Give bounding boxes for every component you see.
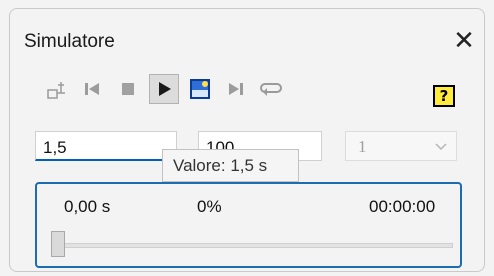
play-icon xyxy=(159,82,171,96)
rewind-to-start-button[interactable] xyxy=(77,74,107,104)
play-button[interactable] xyxy=(149,74,179,104)
clock-readout: 00:00:00 xyxy=(369,197,436,216)
repeat-select-value: 1 xyxy=(358,137,367,156)
help-button[interactable]: ? xyxy=(433,85,455,107)
skip-to-end-button[interactable] xyxy=(221,74,251,104)
status-panel: 0,00 s 0% 00:00:00 xyxy=(35,182,462,268)
skip-to-end-icon xyxy=(229,83,243,95)
close-button[interactable]: ✕ xyxy=(450,26,478,54)
stop-icon xyxy=(122,83,134,95)
value-input[interactable]: 1,5 xyxy=(35,131,177,161)
percent-readout: 0% xyxy=(197,197,222,216)
help-icon: ? xyxy=(439,87,449,105)
slider-track[interactable] xyxy=(51,243,453,248)
loop-button[interactable] xyxy=(256,74,286,104)
chevron-down-icon xyxy=(435,143,447,151)
render-image-button[interactable] xyxy=(185,74,215,104)
loop-icon xyxy=(260,83,282,96)
render-image-icon xyxy=(190,79,210,99)
mechanism-icon xyxy=(47,82,65,99)
close-icon: ✕ xyxy=(453,25,475,55)
repeat-select[interactable]: 1 xyxy=(345,131,457,161)
stop-button[interactable] xyxy=(113,74,143,104)
window-title: Simulatore xyxy=(24,31,115,52)
time-readout: 0,00 s xyxy=(64,197,111,216)
value-tooltip: Valore: 1,5 s xyxy=(162,149,299,182)
mechanism-button[interactable] xyxy=(42,74,72,104)
slider-thumb[interactable] xyxy=(51,231,65,257)
rewind-to-start-icon xyxy=(85,83,99,95)
